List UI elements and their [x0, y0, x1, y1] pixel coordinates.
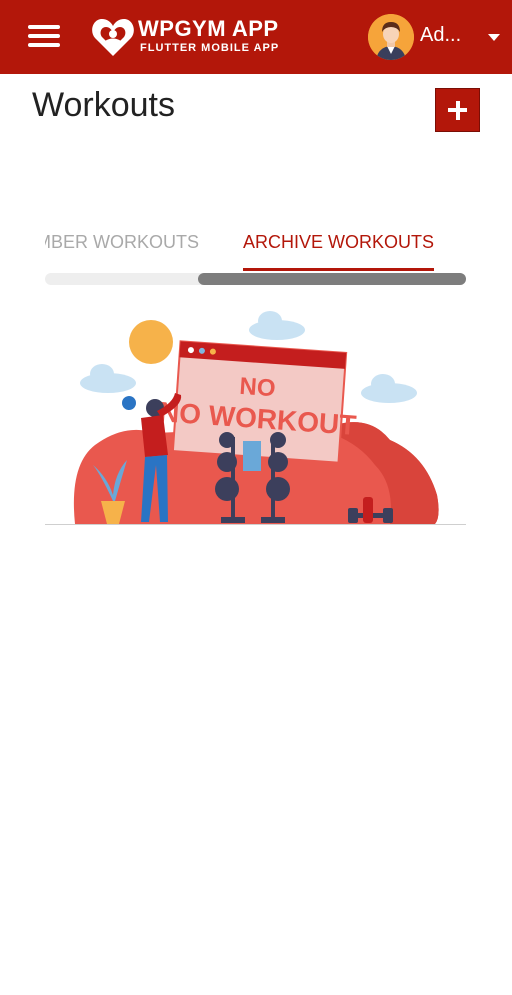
- user-name: Ad...: [420, 24, 462, 46]
- page-title: Workouts: [32, 86, 175, 124]
- illustration-baseline: [45, 524, 466, 525]
- illustration-text: NO: [239, 373, 277, 402]
- add-workout-button[interactable]: [435, 88, 480, 132]
- tab-member-workouts[interactable]: MEMBER WORKOUTS: [45, 232, 199, 253]
- brand-title: WPGYM APP: [138, 16, 279, 41]
- caret-down-icon[interactable]: [488, 34, 500, 41]
- hamburger-menu-icon[interactable]: [22, 20, 66, 54]
- no-workout-illustration: NO NO WORKOUT: [45, 305, 466, 527]
- app-bar: WPGYM APP FLUTTER MOBILE APP Ad...: [0, 0, 512, 74]
- scrollbar-thumb[interactable]: [198, 273, 466, 285]
- tabs-scrollbar[interactable]: [45, 273, 466, 285]
- tab-archive-workouts[interactable]: ARCHIVE WORKOUTS: [243, 232, 434, 253]
- app-logo: WPGYM APP FLUTTER MOBILE APP: [90, 14, 290, 60]
- workout-tabs: MEMBER WORKOUTS ARCHIVE WORKOUTS: [45, 218, 466, 274]
- brand-subtitle: FLUTTER MOBILE APP: [140, 42, 280, 54]
- heart-logo-icon: [92, 19, 134, 56]
- user-avatar: [368, 14, 414, 60]
- user-menu[interactable]: Ad...: [366, 12, 506, 62]
- active-tab-indicator: [243, 268, 434, 271]
